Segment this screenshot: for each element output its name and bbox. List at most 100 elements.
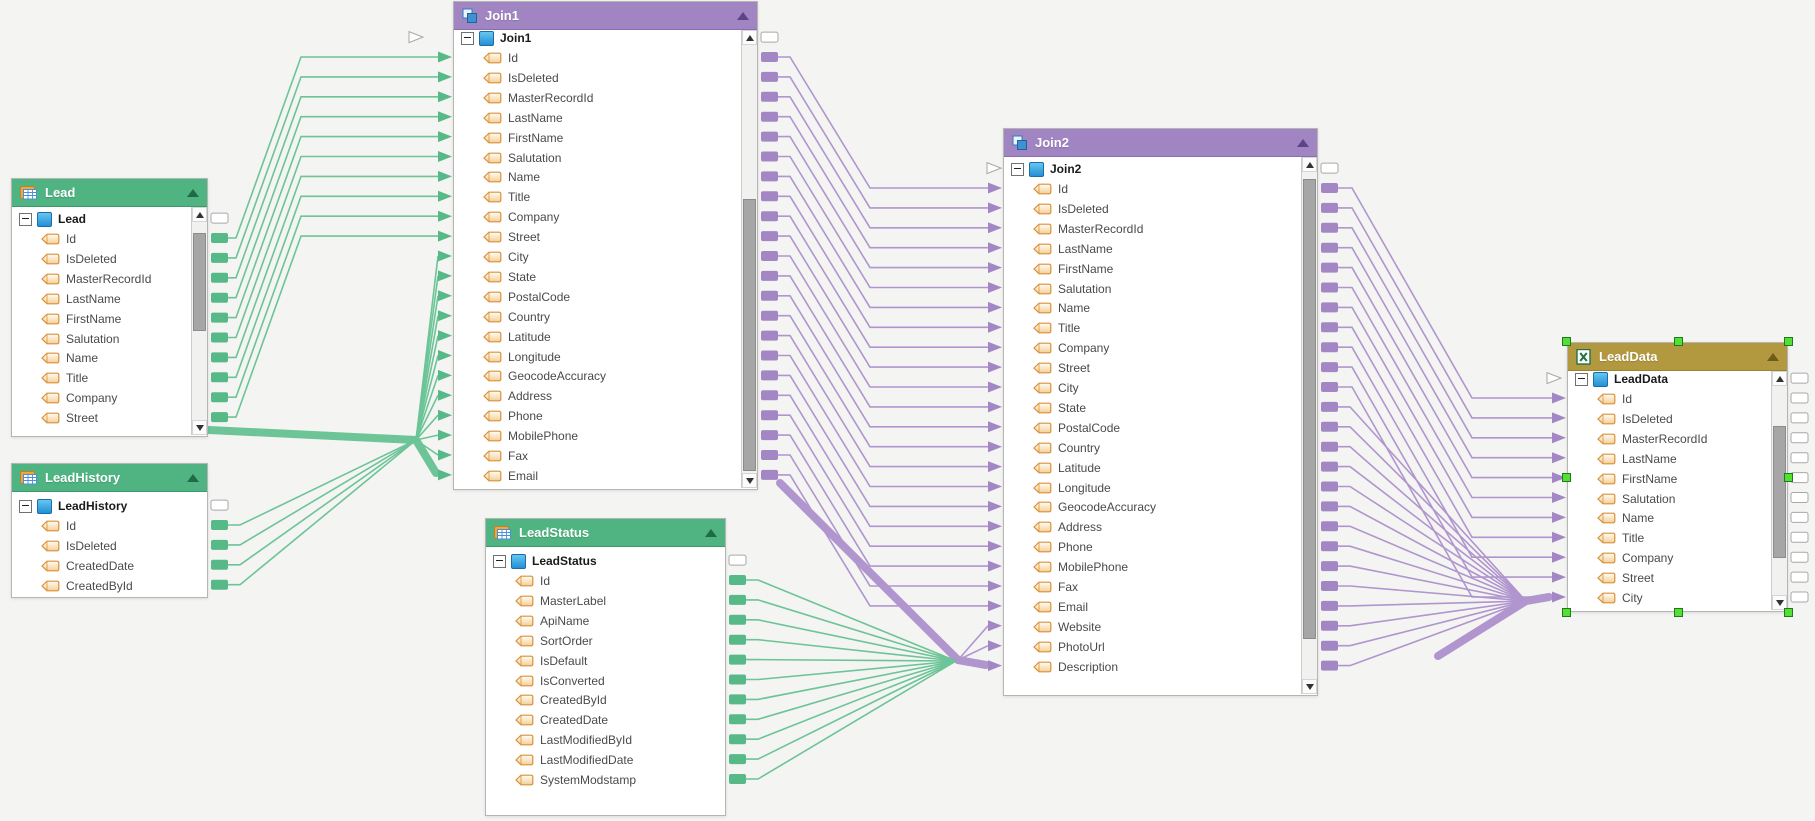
output-stub[interactable]	[1321, 521, 1338, 531]
field-row[interactable]: PostalCode	[1006, 418, 1299, 438]
input-arrow[interactable]	[988, 640, 1002, 651]
field-row[interactable]: Name	[1006, 298, 1299, 318]
input-arrow[interactable]	[988, 620, 1002, 631]
field-row[interactable]: Id	[456, 48, 739, 68]
input-arrow[interactable]	[438, 91, 452, 102]
field-row[interactable]: Fax	[456, 446, 739, 466]
input-arrow[interactable]	[988, 242, 1002, 253]
box-leaddata[interactable]: LeadDataLeadDataIdIsDeletedMasterRecordI…	[1567, 342, 1788, 612]
input-arrow[interactable]	[438, 52, 452, 63]
input-arrow[interactable]	[438, 469, 452, 480]
output-stub[interactable]	[761, 231, 778, 241]
field-row[interactable]: GeocodeAccuracy	[456, 366, 739, 386]
node-row[interactable]: LeadHistory	[14, 496, 203, 516]
input-arrow[interactable]	[988, 382, 1002, 393]
field-row[interactable]: Id	[14, 229, 189, 249]
node-row[interactable]: Join1	[456, 28, 739, 48]
field-row[interactable]: Street	[14, 408, 189, 428]
node-output-stub[interactable]	[729, 555, 746, 565]
output-stub[interactable]	[1791, 393, 1808, 403]
output-stub[interactable]	[729, 615, 746, 625]
field-row[interactable]: Id	[1570, 389, 1769, 409]
field-row[interactable]: Address	[1006, 517, 1299, 537]
input-arrow[interactable]	[438, 251, 452, 262]
input-arrow[interactable]	[438, 211, 452, 222]
output-stub[interactable]	[1791, 473, 1808, 483]
output-stub[interactable]	[761, 72, 778, 82]
field-row[interactable]: Longitude	[456, 347, 739, 367]
output-stub[interactable]	[1321, 501, 1338, 511]
output-stub[interactable]	[211, 520, 228, 530]
field-row[interactable]: Street	[1570, 568, 1769, 588]
field-row[interactable]: Longitude	[1006, 478, 1299, 498]
scroll-up-button[interactable]	[1772, 371, 1787, 386]
field-row[interactable]: SortOrder	[488, 631, 721, 651]
output-stub[interactable]	[1791, 453, 1808, 463]
field-row[interactable]: PhotoUrl	[1006, 637, 1299, 657]
scroll-up-button[interactable]	[1302, 157, 1317, 172]
box-header[interactable]: Join2	[1004, 129, 1317, 157]
output-stub[interactable]	[211, 580, 228, 590]
input-arrow[interactable]	[438, 370, 452, 381]
collapse-button[interactable]	[187, 474, 199, 482]
field-row[interactable]: MasterLabel	[488, 591, 721, 611]
box-lead[interactable]: LeadLeadIdIsDeletedMasterRecordIdLastNam…	[11, 178, 208, 437]
scroll-up-button[interactable]	[192, 207, 207, 222]
output-stub[interactable]	[1321, 442, 1338, 452]
field-row[interactable]: Street	[456, 227, 739, 247]
collapse-button[interactable]	[187, 189, 199, 197]
node-row[interactable]: LeadData	[1570, 369, 1769, 389]
expander-icon[interactable]	[1011, 163, 1024, 176]
field-row[interactable]: Name	[1570, 508, 1769, 528]
input-arrow[interactable]	[988, 581, 1002, 592]
field-row[interactable]: LastName	[1006, 239, 1299, 259]
field-row[interactable]: MasterRecordId	[14, 269, 189, 289]
output-stub[interactable]	[729, 575, 746, 585]
output-stub[interactable]	[1321, 342, 1338, 352]
field-row[interactable]: FirstName	[14, 309, 189, 329]
output-stub[interactable]	[1321, 581, 1338, 591]
input-arrow[interactable]	[988, 401, 1002, 412]
output-stub[interactable]	[1791, 512, 1808, 522]
field-row[interactable]: Street	[1006, 358, 1299, 378]
input-arrow[interactable]	[988, 541, 1002, 552]
selection-handle[interactable]	[1784, 473, 1793, 482]
output-stub[interactable]	[761, 331, 778, 341]
field-row[interactable]: IsDeleted	[14, 536, 203, 556]
output-stub[interactable]	[1321, 641, 1338, 651]
output-stub[interactable]	[761, 470, 778, 480]
input-arrow[interactable]	[988, 461, 1002, 472]
input-arrow[interactable]	[438, 350, 452, 361]
output-stub[interactable]	[1321, 362, 1338, 372]
output-stub[interactable]	[211, 560, 228, 570]
output-stub[interactable]	[1321, 661, 1338, 671]
field-row[interactable]: Id	[1006, 179, 1299, 199]
field-row[interactable]: Name	[456, 167, 739, 187]
output-stub[interactable]	[761, 171, 778, 181]
node-input-arrow[interactable]	[987, 163, 1001, 174]
field-row[interactable]: GeocodeAccuracy	[1006, 497, 1299, 517]
scrollbar[interactable]	[741, 30, 757, 488]
output-stub[interactable]	[1321, 482, 1338, 492]
input-arrow[interactable]	[988, 660, 1002, 671]
output-stub[interactable]	[729, 774, 746, 784]
output-stub[interactable]	[761, 112, 778, 122]
field-row[interactable]: Company	[1006, 338, 1299, 358]
field-row[interactable]: IsDeleted	[456, 68, 739, 88]
input-arrow[interactable]	[438, 151, 452, 162]
input-arrow[interactable]	[1552, 592, 1566, 603]
node-input-arrow[interactable]	[1547, 373, 1561, 384]
output-stub[interactable]	[211, 313, 228, 323]
scroll-down-button[interactable]	[192, 420, 207, 435]
output-stub[interactable]	[1321, 203, 1338, 213]
field-row[interactable]: MobilePhone	[1006, 557, 1299, 577]
field-row[interactable]: Address	[456, 386, 739, 406]
field-row[interactable]: Email	[456, 466, 739, 486]
selection-handle[interactable]	[1562, 608, 1571, 617]
input-arrow[interactable]	[988, 202, 1002, 213]
input-arrow[interactable]	[438, 450, 452, 461]
input-arrow[interactable]	[438, 171, 452, 182]
input-arrow[interactable]	[1552, 393, 1566, 404]
output-stub[interactable]	[211, 392, 228, 402]
field-row[interactable]: City	[1570, 588, 1769, 608]
